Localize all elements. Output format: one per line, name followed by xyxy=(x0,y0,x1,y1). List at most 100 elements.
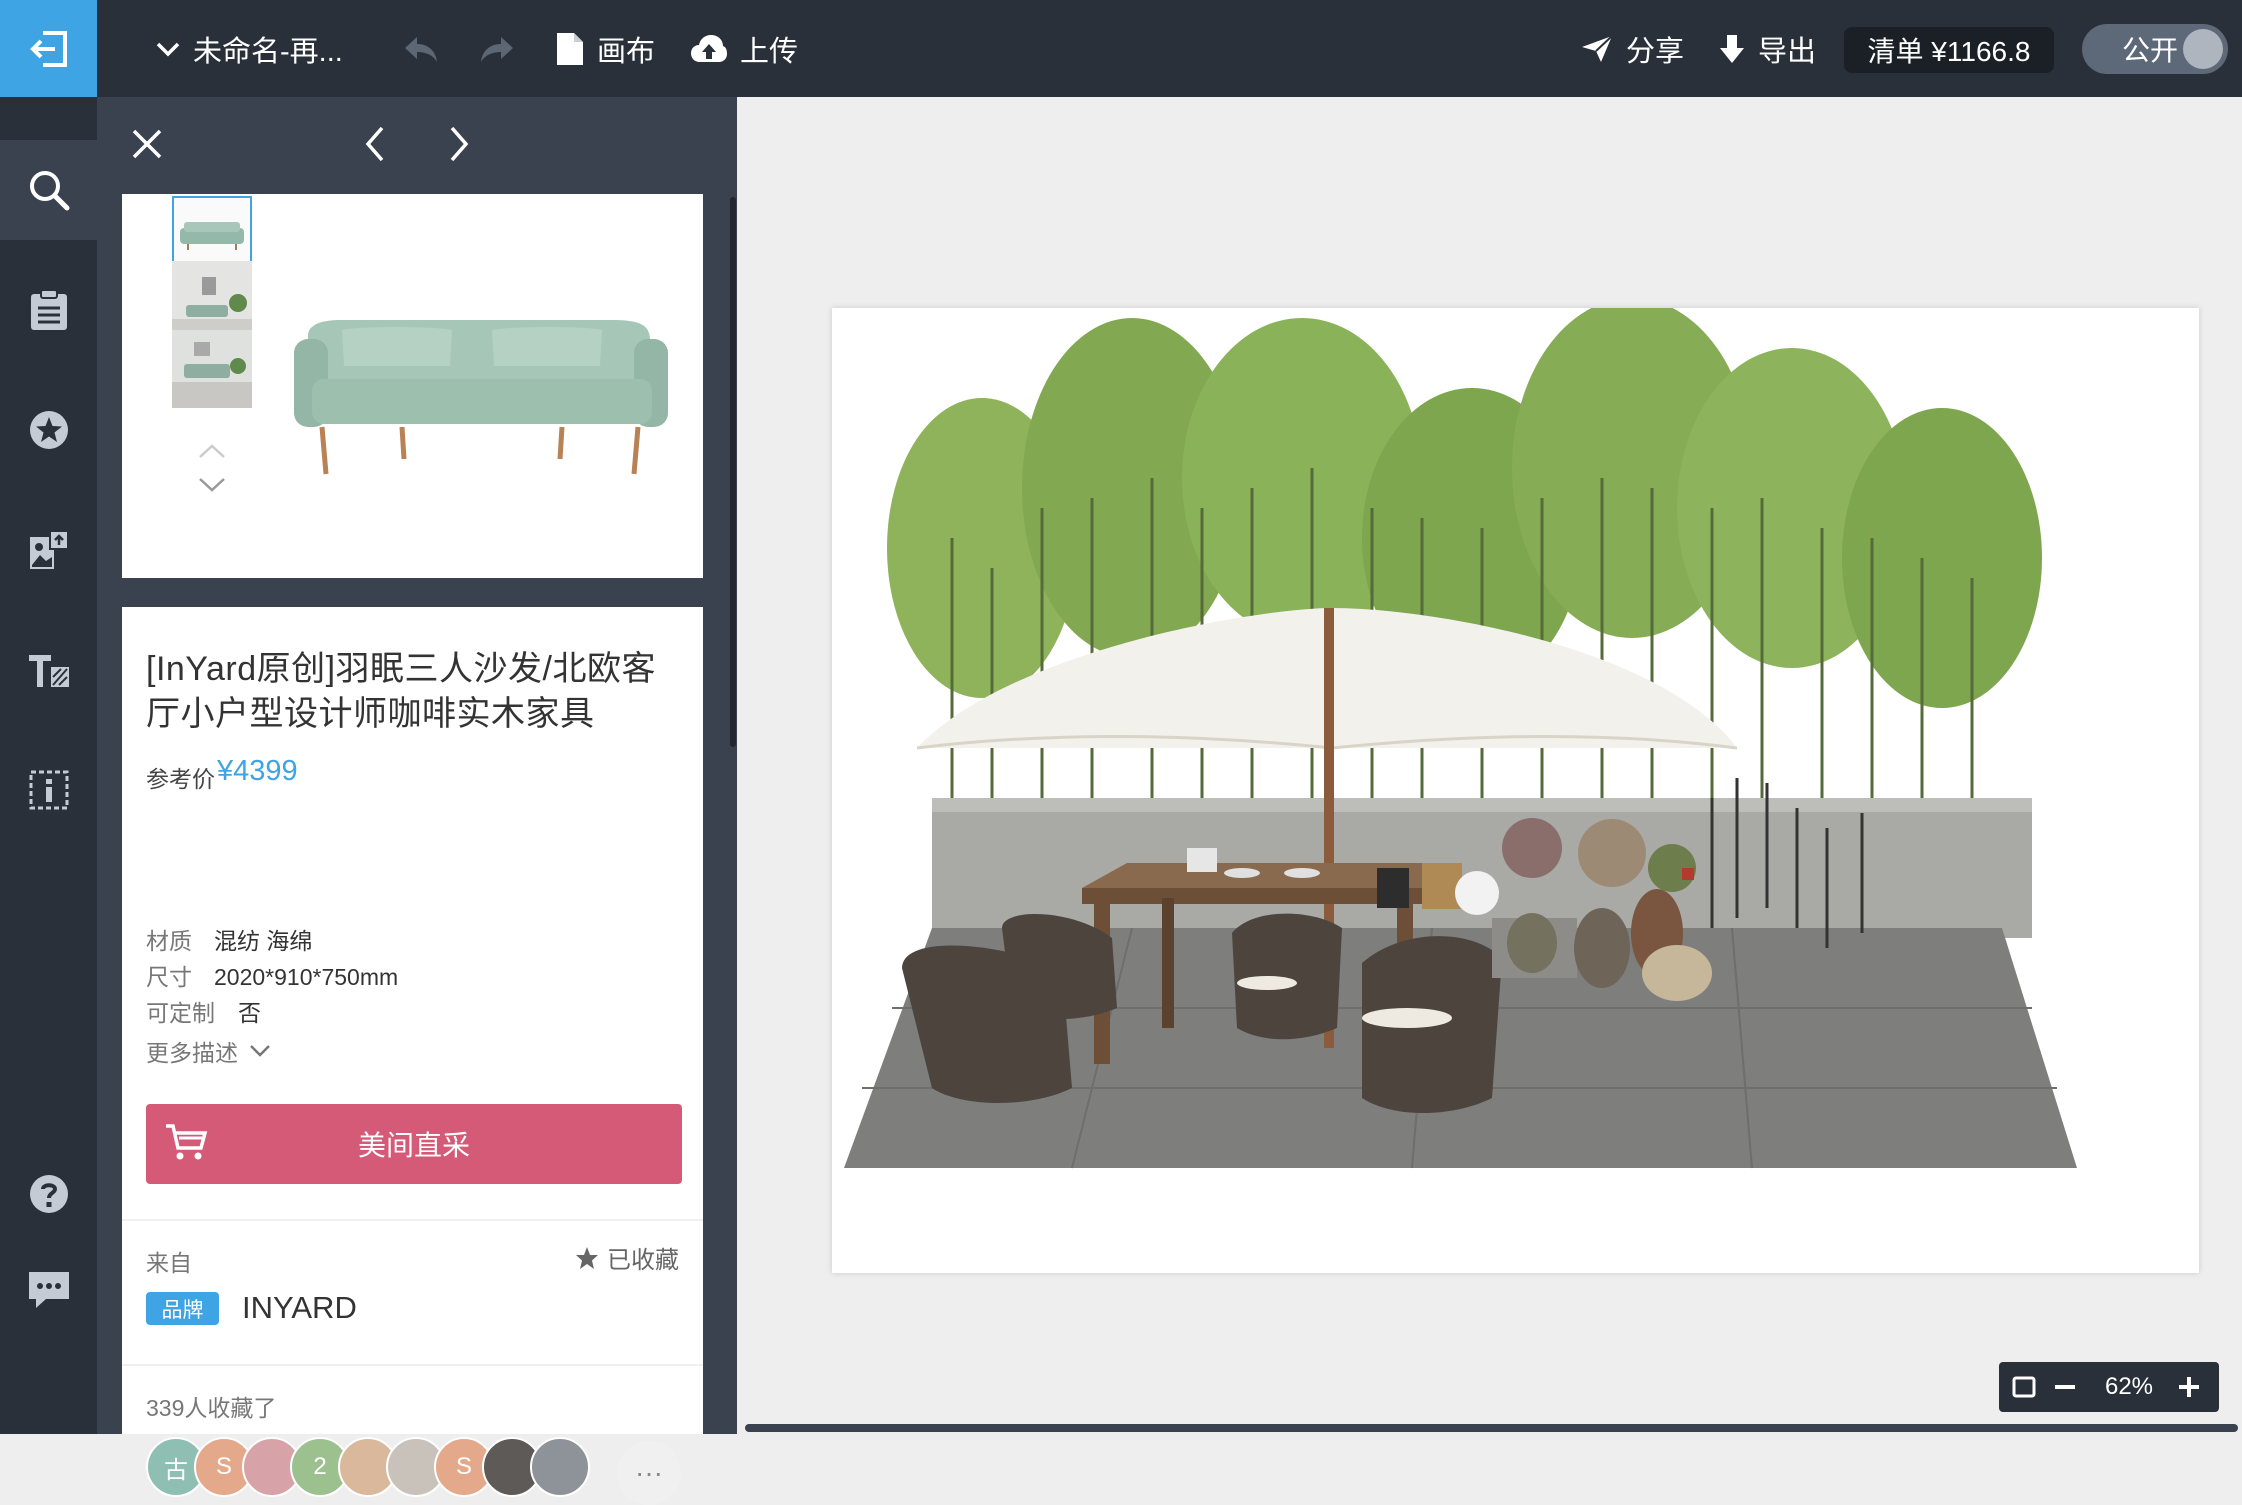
spec-value: 2020*910*750mm xyxy=(214,964,399,990)
avatar[interactable] xyxy=(530,1437,590,1497)
chevron-up-icon xyxy=(199,444,225,458)
fit-screen-button[interactable] xyxy=(2007,1362,2041,1412)
spec-label: 材质 xyxy=(146,928,192,954)
panel-scrollbar[interactable] xyxy=(730,197,736,747)
avatar-initial: 古 xyxy=(164,1456,188,1484)
sidebar-item-clipboard[interactable] xyxy=(0,260,97,360)
spec-label: 尺寸 xyxy=(146,964,192,990)
fit-frame-icon xyxy=(2012,1376,2036,1398)
divider xyxy=(122,1219,703,1221)
spec-row: 可定制否 xyxy=(146,994,261,1028)
help-icon xyxy=(29,1175,68,1213)
download-arrow-icon xyxy=(1720,34,1744,63)
spec-row: 尺寸 2020*910*750mm xyxy=(146,958,398,992)
minus-icon xyxy=(2055,1385,2075,1389)
product-gallery xyxy=(122,194,703,578)
gallery-scroll-down-button[interactable] xyxy=(197,476,227,499)
upload-label: 上传 xyxy=(740,35,799,68)
favorite-count: 339人收藏了 xyxy=(146,1395,277,1421)
product-title: [InYard原创]羽眠三人沙发/北欧客厅小户型设计师咖啡实木家具 xyxy=(146,650,656,733)
spec-value: 混纺 海绵 xyxy=(214,928,313,954)
buy-direct-label: 美间直采 xyxy=(357,1130,470,1161)
sidebar-item-info[interactable] xyxy=(0,740,97,840)
gallery-thumb[interactable] xyxy=(172,330,252,408)
chevron-right-icon xyxy=(450,126,469,162)
exit-button[interactable] xyxy=(0,0,97,97)
exit-icon xyxy=(29,30,67,67)
canvas-label: 画布 xyxy=(597,35,656,68)
zoom-in-button[interactable] xyxy=(2169,1362,2209,1412)
chevron-down-icon xyxy=(250,1045,270,1057)
more-description-toggle[interactable]: 更多描述 xyxy=(146,1034,272,1068)
product-info-card: [InYard原创]羽眠三人沙发/北欧客厅小户型设计师咖啡实木家具 参考价 ¥4… xyxy=(122,607,703,1505)
more-description-label: 更多描述 xyxy=(146,1040,238,1066)
prev-product-button[interactable] xyxy=(350,119,400,169)
avatar-initial: S xyxy=(455,1453,472,1480)
collected-label: 已收藏 xyxy=(607,1247,679,1274)
panel-header xyxy=(97,97,737,194)
collect-button[interactable]: 已收藏 xyxy=(575,1240,679,1275)
top-bar: 未命名-再... 画布 上传 分享 导出 清单 ¥1166.8 公开 xyxy=(0,0,2242,97)
share-label: 分享 xyxy=(1626,35,1685,68)
brand-name[interactable]: INYARD xyxy=(242,1290,357,1326)
info-frame-icon xyxy=(29,770,68,810)
chevron-down-icon xyxy=(156,42,180,56)
chevron-down-icon xyxy=(199,478,225,492)
image-upload-icon xyxy=(29,530,69,569)
export-label: 导出 xyxy=(1758,35,1817,68)
room-thumb-image xyxy=(172,330,252,408)
toggle-knob xyxy=(2183,29,2223,69)
gallery-scroll-up-button[interactable] xyxy=(197,442,227,465)
search-icon xyxy=(29,171,69,211)
share-button[interactable]: 分享 xyxy=(1580,0,1684,97)
public-toggle[interactable]: 公开 xyxy=(2082,24,2228,74)
chevron-left-icon xyxy=(365,126,384,162)
next-product-button[interactable] xyxy=(434,119,484,169)
undo-icon xyxy=(405,36,437,62)
doc-title-dropdown[interactable]: 未命名-再... xyxy=(155,0,343,97)
sidebar-item-favorites[interactable] xyxy=(0,380,97,480)
zoom-control: 62% xyxy=(1999,1362,2219,1412)
chat-icon xyxy=(28,1272,69,1308)
tool-sidebar xyxy=(0,97,97,1434)
zoom-out-button[interactable] xyxy=(2041,1362,2089,1412)
zoom-value: 62% xyxy=(2104,1373,2154,1400)
divider xyxy=(122,1364,703,1366)
sidebar-item-materials[interactable] xyxy=(0,500,97,600)
shopping-cart-icon xyxy=(166,1124,208,1160)
from-label: 来自 xyxy=(146,1250,192,1276)
star-icon xyxy=(576,1246,598,1269)
avatar-initial: 2 xyxy=(313,1453,327,1480)
redo-icon xyxy=(481,36,513,62)
undo-button[interactable] xyxy=(402,0,452,97)
upload-button[interactable]: 上传 xyxy=(690,0,798,97)
text-style-icon xyxy=(28,655,69,687)
shopping-list-button[interactable]: 清单 ¥1166.8 xyxy=(1844,27,2054,73)
price-value: ¥4399 xyxy=(217,755,298,787)
redo-button[interactable] xyxy=(478,0,528,97)
sofa-main-image xyxy=(294,320,668,475)
canvas-horizontal-scrollbar[interactable] xyxy=(745,1424,2238,1432)
design-canvas[interactable] xyxy=(737,97,2242,1434)
sidebar-item-feedback[interactable] xyxy=(0,1240,97,1340)
avatar-initial: S xyxy=(215,1453,232,1480)
document-icon xyxy=(557,32,583,65)
artboard[interactable] xyxy=(832,308,2199,1273)
product-detail-panel: [InYard原创]羽眠三人沙发/北欧客厅小户型设计师咖啡实木家具 参考价 ¥4… xyxy=(97,97,737,1505)
gallery-thumb[interactable] xyxy=(172,261,252,339)
spec-row: 材质 混纺 海绵 xyxy=(146,922,312,956)
export-button[interactable]: 导出 xyxy=(1718,0,1816,97)
send-icon xyxy=(1582,34,1613,62)
price-label: 参考价 xyxy=(146,766,215,792)
sidebar-item-help[interactable] xyxy=(0,1144,97,1244)
sidebar-item-search[interactable] xyxy=(0,140,97,240)
close-panel-button[interactable] xyxy=(122,119,172,169)
patio-scene-image[interactable] xyxy=(832,308,2199,1273)
canvas-button[interactable]: 画布 xyxy=(555,0,655,97)
clipboard-icon xyxy=(30,289,67,330)
cloud-upload-icon xyxy=(691,34,727,62)
shopping-list-label: 清单 ¥1166.8 xyxy=(1867,36,2031,67)
buy-direct-button[interactable]: 美间直采 xyxy=(146,1104,682,1184)
more-collectors-button[interactable]: ··· xyxy=(617,1441,681,1505)
sidebar-item-text-style[interactable] xyxy=(0,620,97,720)
